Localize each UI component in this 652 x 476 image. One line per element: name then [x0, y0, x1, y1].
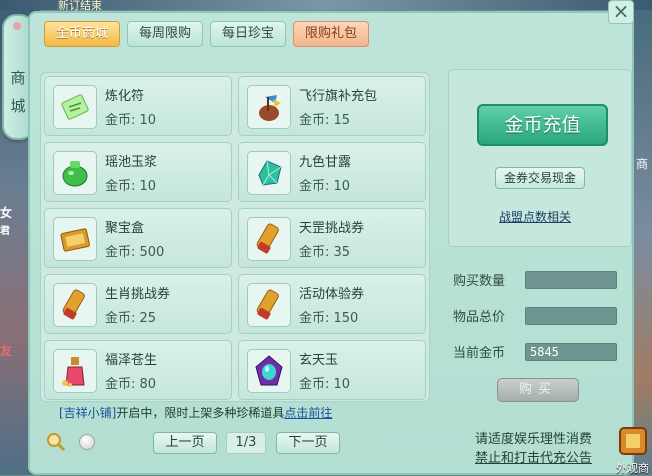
notice-shop-name: [吉祥小铺] — [59, 406, 117, 420]
item-price: 金币: 15 — [299, 113, 351, 128]
close-icon: × — [612, 0, 630, 23]
item-price: 金币: 80 — [105, 377, 157, 392]
total-price-label: 物品总价 — [453, 310, 506, 325]
item-name: 九色甘露 — [299, 155, 352, 170]
alliance-points-link[interactable]: 战盟点数相关 — [499, 208, 571, 225]
background-left-text: 女 — [0, 206, 13, 220]
magnifier-icon[interactable] — [46, 432, 66, 452]
item-price: 金币: 25 — [105, 311, 157, 326]
treasure-chest-icon — [619, 427, 647, 455]
item-price: 金币: 10 — [299, 377, 351, 392]
shop-item[interactable]: 九色甘露 金币: 10 — [238, 142, 426, 202]
flag-pack-icon — [247, 85, 291, 129]
scroll-icon — [53, 283, 97, 327]
item-price: 金币: 500 — [105, 245, 165, 260]
item-price: 金币: 150 — [299, 311, 359, 326]
moderate-play-notice: 请适度娱乐理性消费 — [475, 432, 593, 447]
background-left-text: 友 — [0, 344, 13, 358]
appearance-shop-button[interactable]: 外观商 — [614, 418, 652, 475]
item-name: 玄天玉 — [299, 353, 339, 368]
gold-recharge-button[interactable]: 金币充值 — [477, 104, 608, 146]
buy-button[interactable]: 购买 — [497, 378, 579, 402]
current-gold-label: 当前金币 — [453, 346, 506, 361]
item-name: 瑶池玉浆 — [105, 155, 158, 170]
prev-page-button[interactable]: 上一页 — [153, 432, 217, 454]
purple-jade-icon — [247, 349, 291, 393]
shop-item[interactable]: 活动体验券 金币: 150 — [238, 274, 426, 334]
item-name: 活动体验券 — [299, 287, 365, 302]
shop-item[interactable]: 生肖挑战券 金币: 25 — [44, 274, 232, 334]
buy-quantity-label: 购买数量 — [453, 274, 506, 289]
item-name: 天罡挑战券 — [299, 221, 365, 236]
tab-limited-gift[interactable]: 限购礼包 — [293, 21, 369, 47]
shop-item[interactable]: 瑶池玉浆 金币: 10 — [44, 142, 232, 202]
tab-gold-shop[interactable]: 金币商城 — [44, 21, 120, 47]
background-right-text: 商 — [636, 157, 649, 171]
item-price: 金币: 35 — [299, 245, 351, 260]
item-name: 生肖挑战券 — [105, 287, 171, 302]
shop-item[interactable]: 飞行旗补充包 金币: 15 — [238, 76, 426, 136]
item-price: 金币: 10 — [105, 179, 157, 194]
shop-item[interactable]: 天罡挑战券 金币: 35 — [238, 208, 426, 268]
treasure-box-icon — [53, 217, 97, 261]
circle-icon[interactable] — [79, 434, 95, 450]
scroll-icon — [247, 283, 291, 327]
close-button[interactable]: × — [608, 0, 634, 24]
shop-item[interactable]: 聚宝盒 金币: 500 — [44, 208, 232, 268]
tab-weekly-limit[interactable]: 每周限购 — [127, 21, 203, 47]
gem-icon — [247, 151, 291, 195]
tab-daily-treasure[interactable]: 每日珍宝 — [210, 21, 286, 47]
notice-go-link[interactable]: 点击前往 — [284, 406, 332, 420]
current-gold-field: 5845 — [525, 343, 617, 361]
shop-item[interactable]: 福泽苍生 金币: 80 — [44, 340, 232, 400]
shop-item[interactable]: 玄天玉 金币: 10 — [238, 340, 426, 400]
talisman-icon — [53, 85, 97, 129]
anti-proxy-recharge-link[interactable]: 禁止和打击代充公告 — [475, 447, 592, 466]
potion-icon — [53, 349, 97, 393]
flower-icon — [13, 22, 21, 30]
buy-quantity-field[interactable] — [525, 271, 617, 289]
item-price: 金币: 10 — [105, 113, 157, 128]
next-page-button[interactable]: 下一页 — [276, 432, 340, 454]
jade-jar-icon — [53, 151, 97, 195]
promo-notice: [吉祥小铺]开启中，限时上架多种珍稀道具点击前往 — [59, 404, 332, 421]
item-name: 飞行旗补充包 — [299, 89, 378, 104]
scroll-icon — [247, 217, 291, 261]
background-left-text: 君 — [0, 226, 10, 237]
item-name: 炼化符 — [105, 89, 145, 104]
notice-text: 开启中，限时上架多种珍稀道具 — [116, 406, 285, 420]
gold-ticket-trade-button[interactable]: 金券交易现金 — [495, 167, 585, 189]
item-name: 聚宝盒 — [105, 221, 145, 236]
shop-item[interactable]: 炼化符 金币: 10 — [44, 76, 232, 136]
appearance-shop-label: 外观商 — [616, 462, 649, 475]
page-indicator: 1/3 — [226, 432, 266, 454]
total-price-field — [525, 307, 617, 325]
item-name: 福泽苍生 — [105, 353, 158, 368]
item-price: 金币: 10 — [299, 179, 351, 194]
